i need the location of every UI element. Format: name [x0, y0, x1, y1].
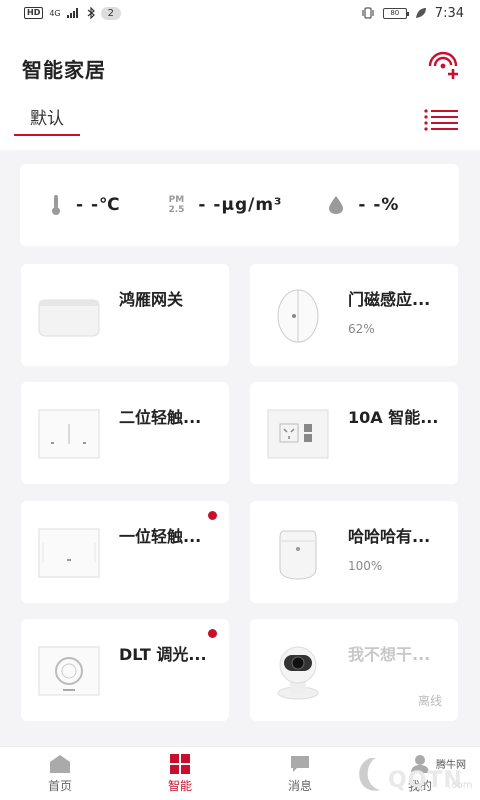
leaf-icon: [415, 8, 426, 18]
signal-icon: [66, 8, 78, 18]
camera-icon: [277, 646, 319, 700]
device-name: 二位轻触...: [119, 408, 202, 427]
device-card-motion-sensor[interactable]: 哈哈哈有... 100%: [250, 501, 458, 603]
alert-dot: [208, 629, 217, 638]
notification-badge: 2: [100, 6, 122, 20]
nav-smart[interactable]: 智能: [120, 747, 240, 800]
watermark: 腾牛网 QQTN .com: [352, 752, 473, 798]
device-card-camera[interactable]: 我不想干... 离线: [250, 619, 458, 721]
device-name: 10A 智能...: [348, 408, 439, 427]
pm25-icon: PM 2.5: [168, 195, 184, 215]
battery-icon: 80: [382, 7, 409, 19]
device-card-dimmer[interactable]: DLT 调光...: [21, 619, 229, 721]
message-icon: [291, 755, 309, 772]
device-name: 哈哈哈有...: [348, 527, 431, 546]
device-card-smart-socket[interactable]: 10A 智能...: [250, 382, 458, 484]
device-status: 100%: [348, 559, 383, 573]
two-gang-switch-icon: [38, 409, 100, 459]
nav-label: 首页: [47, 778, 72, 793]
motion-sensor-icon: [279, 530, 317, 580]
status-bar: HD 4G 2 80 7:34: [0, 0, 480, 26]
nav-label: 消息: [287, 778, 312, 793]
grid-icon: [170, 753, 190, 774]
environment-card: - -℃ PM 2.5 - -μg/m³ - -%: [20, 164, 459, 246]
device-card-door-sensor[interactable]: 门磁感应... 62%: [250, 264, 458, 366]
device-name: 我不想干...: [348, 645, 431, 664]
humidity-value: - -%: [358, 195, 400, 215]
bluetooth-icon: [87, 7, 95, 19]
hd-indicator: HD: [24, 7, 44, 19]
pm25-icon-bottom: 2.5: [168, 205, 185, 215]
thermometer-icon: [52, 195, 60, 215]
temperature-value: - -℃: [76, 195, 121, 215]
device-card-one-gang-switch[interactable]: 一位轻触...: [21, 501, 229, 603]
add-device-icon[interactable]: [426, 50, 460, 80]
device-name: 门磁感应...: [348, 290, 431, 309]
network-type: 4G: [49, 8, 61, 18]
watermark-domain: .com: [448, 780, 473, 791]
device-name: 鸿雁网关: [119, 290, 184, 309]
offline-status: 离线: [417, 694, 442, 708]
page-title: 智能家居: [22, 58, 106, 82]
gateway-icon: [38, 299, 100, 337]
pm25-value: - -μg/m³: [198, 195, 283, 215]
smart-socket-icon: [267, 409, 329, 459]
pm25-icon-top: PM: [168, 195, 185, 205]
dimmer-icon: [38, 646, 100, 696]
one-gang-switch-icon: [38, 528, 100, 578]
home-icon: [50, 754, 70, 773]
tab-default[interactable]: 默认: [14, 104, 80, 136]
door-sensor-icon: [277, 289, 319, 343]
device-card-gateway[interactable]: 鸿雁网关: [21, 264, 229, 366]
device-status: 62%: [348, 322, 375, 336]
nav-messages[interactable]: 消息: [240, 747, 360, 800]
humidity-reading: - -%: [328, 195, 435, 215]
app-header: 智能家居 默认: [0, 26, 480, 150]
pm25-reading: PM 2.5 - -μg/m³: [168, 195, 328, 215]
clock: 7:34: [434, 5, 464, 21]
device-card-two-gang-switch[interactable]: 二位轻触...: [21, 382, 229, 484]
vibrate-icon: [362, 7, 374, 19]
nav-label: 智能: [167, 778, 192, 793]
device-name: DLT 调光...: [119, 645, 207, 664]
device-name: 一位轻触...: [119, 527, 202, 546]
list-menu-icon[interactable]: [424, 108, 458, 132]
temperature-reading: - -℃: [50, 194, 168, 216]
water-drop-icon: [329, 196, 344, 214]
alert-dot: [208, 511, 217, 520]
nav-home[interactable]: 首页: [0, 747, 120, 800]
